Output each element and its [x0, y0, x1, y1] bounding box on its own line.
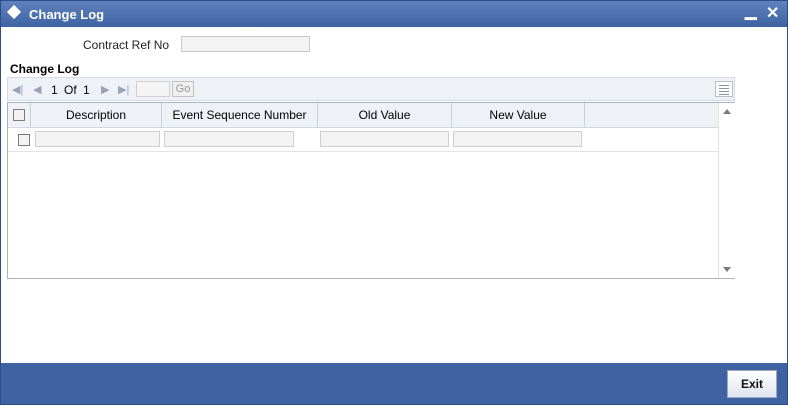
footer-bar: Exit	[1, 363, 787, 404]
column-header-new-value[interactable]: New Value	[452, 103, 585, 127]
row-checkbox[interactable]	[18, 134, 30, 146]
first-page-icon[interactable]: ◀|	[12, 83, 23, 96]
column-settings-icon[interactable]	[715, 81, 733, 97]
contract-ref-label: Contract Ref No	[83, 38, 170, 52]
prev-page-icon[interactable]: ◀	[33, 83, 41, 96]
change-log-table: Description Event Sequence Number Old Va…	[7, 102, 735, 279]
window-icon	[6, 4, 22, 20]
contract-ref-input[interactable]	[181, 36, 310, 52]
select-all-cell	[8, 103, 31, 127]
pagination-bar: ◀| ◀ 1 Of 1 ▶ ▶| Go	[7, 77, 735, 101]
table-header: Description Event Sequence Number Old Va…	[8, 103, 718, 128]
column-header-event-sequence-number[interactable]: Event Sequence Number	[162, 103, 318, 127]
section-title: Change Log	[10, 62, 80, 76]
exit-button[interactable]: Exit	[727, 370, 777, 398]
select-all-checkbox[interactable]	[13, 109, 25, 121]
minimize-button[interactable]: ▁	[745, 2, 757, 20]
scroll-down-icon[interactable]	[723, 267, 731, 272]
column-header-old-value[interactable]: Old Value	[318, 103, 452, 127]
last-page-icon[interactable]: ▶|	[118, 83, 129, 96]
close-button[interactable]: ✕	[766, 3, 779, 23]
table-row	[8, 128, 718, 152]
total-pages: 1	[83, 83, 90, 97]
next-page-icon[interactable]: ▶	[101, 83, 109, 96]
event-sequence-number-input[interactable]	[164, 131, 294, 147]
page-number-input[interactable]	[136, 81, 170, 97]
new-value-input[interactable]	[453, 131, 582, 147]
window-title: Change Log	[29, 7, 105, 22]
old-value-input[interactable]	[320, 131, 449, 147]
of-label: Of	[64, 83, 77, 97]
scroll-up-icon[interactable]	[723, 109, 731, 114]
column-header-description[interactable]: Description	[31, 103, 162, 127]
change-log-window: Change Log ▁ ✕ Contract Ref No Change Lo…	[0, 0, 788, 405]
vertical-scrollbar[interactable]	[718, 103, 735, 278]
go-button[interactable]: Go	[172, 81, 194, 97]
current-page: 1	[51, 83, 58, 97]
title-bar: Change Log ▁ ✕	[1, 1, 787, 27]
description-input[interactable]	[35, 131, 160, 147]
